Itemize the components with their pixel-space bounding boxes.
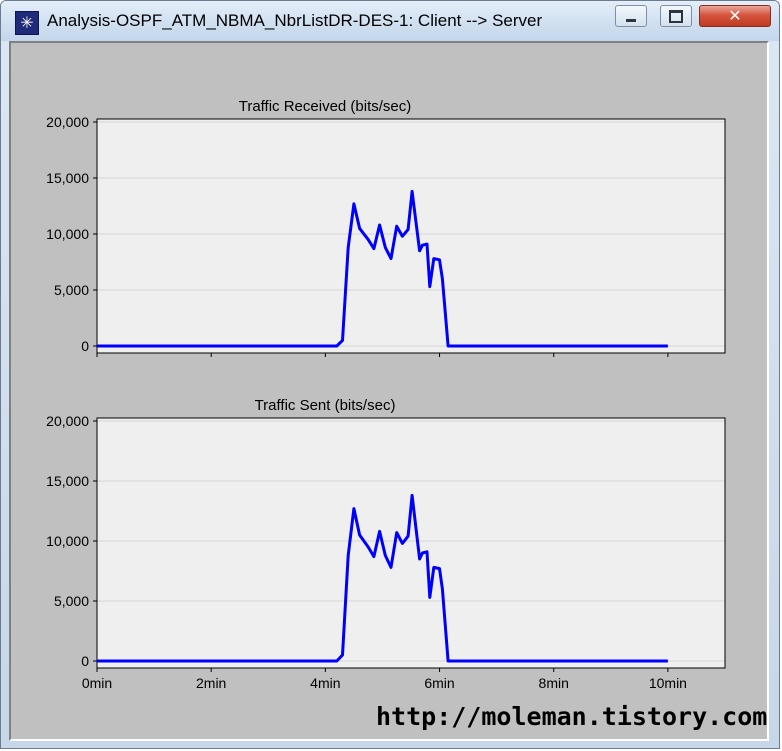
chart-title: Traffic Received (bits/sec) [239, 98, 412, 115]
y-tick-label: 15,000 [46, 473, 89, 489]
x-tick-label: 0min [82, 675, 112, 691]
y-tick-label: 0 [81, 338, 89, 354]
watermark-text: http://moleman.tistory.com [376, 702, 768, 731]
x-tick-label: 6min [424, 675, 454, 691]
chart-title: Traffic Sent (bits/sec) [255, 397, 396, 414]
close-icon: ✕ [728, 6, 742, 25]
window-title: Analysis-OSPF_ATM_NBMA_NbrListDR-DES-1: … [47, 11, 543, 30]
traffic-charts: 20,000 15,000 10,000 5,000 0 Traffic Received… [46, 98, 726, 691]
close-button[interactable]: ✕ [699, 5, 771, 27]
y-tick-label: 20,000 [46, 114, 89, 130]
y-tick-label: 5,000 [54, 593, 89, 609]
minimize-icon [626, 18, 636, 22]
x-tick-label: 4min [310, 675, 340, 691]
analysis-window: ✳ Analysis-OSPF_ATM_NBMA_NbrListDR-DES-1… [0, 0, 780, 749]
graph-panel: 20,000 15,000 10,000 5,000 0 Traffic Received… [9, 41, 769, 741]
y-tick-label: 10,000 [46, 226, 89, 242]
maximize-button[interactable] [660, 5, 692, 27]
maximize-icon [669, 9, 683, 23]
y-tick-label: 20,000 [46, 413, 89, 429]
y-tick-label: 5,000 [54, 282, 89, 298]
y-tick-label: 15,000 [46, 170, 89, 186]
y-tick-label: 0 [81, 653, 89, 669]
plot-area [97, 119, 725, 353]
minimize-button[interactable] [615, 5, 647, 27]
x-tick-label: 10min [649, 675, 687, 691]
x-tick-label: 8min [539, 675, 569, 691]
app-icon[interactable]: ✳ [15, 11, 39, 35]
x-tick-label: 2min [196, 675, 226, 691]
y-tick-label: 10,000 [46, 533, 89, 549]
title-bar[interactable]: ✳ Analysis-OSPF_ATM_NBMA_NbrListDR-DES-1… [1, 1, 779, 41]
plot-area [97, 418, 725, 668]
